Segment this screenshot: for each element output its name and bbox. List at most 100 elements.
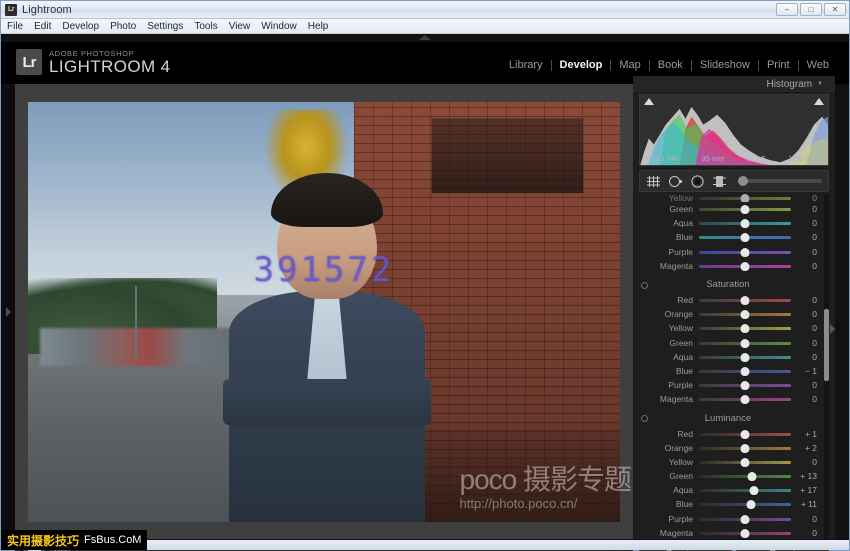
hsl-track-wrap[interactable] xyxy=(699,322,791,334)
minimize-button[interactable]: – xyxy=(776,3,798,16)
hsl-row-partial[interactable]: Yellow 0 xyxy=(633,194,823,202)
menu-develop[interactable]: Develop xyxy=(62,21,99,32)
module-slideshow[interactable]: Slideshow xyxy=(692,59,758,71)
sat-row-green[interactable]: Green 0 xyxy=(633,336,823,350)
top-panel-collapse-arrow-icon[interactable] xyxy=(419,35,431,40)
hsl-knob[interactable] xyxy=(741,205,750,214)
lum-row-green[interactable]: Green + 13 xyxy=(633,469,823,483)
hsl-row-blue[interactable]: Blue 0 xyxy=(633,230,823,244)
sat-row-aqua[interactable]: Aqua 0 xyxy=(633,350,823,364)
hsl-track-wrap[interactable] xyxy=(699,203,791,215)
graduated-filter-icon[interactable] xyxy=(712,175,727,188)
right-panel-collapse-arrow-icon[interactable] xyxy=(830,324,835,334)
hsl-track-wrap[interactable] xyxy=(699,294,791,306)
hsl-track-wrap[interactable] xyxy=(699,428,791,440)
hsl-track-wrap[interactable] xyxy=(699,456,791,468)
hsl-knob[interactable] xyxy=(748,472,757,481)
sat-row-blue[interactable]: Blue − 1 xyxy=(633,364,823,378)
hsl-track-wrap[interactable] xyxy=(699,231,791,243)
sat-row-purple[interactable]: Purple 0 xyxy=(633,378,823,392)
hsl-row-magenta[interactable]: Magenta 0 xyxy=(633,259,823,273)
hsl-track-wrap[interactable] xyxy=(699,513,791,525)
hsl-knob[interactable] xyxy=(741,529,750,538)
menu-window[interactable]: Window xyxy=(261,21,297,32)
hsl-track-wrap[interactable] xyxy=(699,337,791,349)
hsl-track-wrap[interactable] xyxy=(699,484,791,496)
sat-row-red[interactable]: Red 0 xyxy=(633,293,823,307)
left-panel-expand-arrow-icon[interactable] xyxy=(6,307,11,317)
hsl-track-wrap[interactable] xyxy=(699,260,791,272)
hsl-track-wrap[interactable] xyxy=(699,379,791,391)
hsl-knob[interactable] xyxy=(741,194,750,202)
maximize-button[interactable]: □ xyxy=(800,3,822,16)
lum-row-blue[interactable]: Blue + 11 xyxy=(633,497,823,511)
hsl-track-wrap[interactable] xyxy=(699,365,791,377)
menu-settings[interactable]: Settings xyxy=(147,21,183,32)
hsl-row-purple[interactable]: Purple 0 xyxy=(633,245,823,259)
lum-row-aqua[interactable]: Aqua + 17 xyxy=(633,483,823,497)
target-adjust-icon[interactable] xyxy=(641,415,648,422)
hsl-knob[interactable] xyxy=(741,395,750,404)
sat-row-orange[interactable]: Orange 0 xyxy=(633,307,823,321)
hsl-knob[interactable] xyxy=(741,233,750,242)
hsl-knob[interactable] xyxy=(741,444,750,453)
hsl-knob[interactable] xyxy=(741,515,750,524)
hsl-row-green[interactable]: Green 0 xyxy=(633,202,823,216)
hsl-knob[interactable] xyxy=(741,262,750,271)
highlight-clipping-icon[interactable] xyxy=(814,98,824,105)
hsl-row-aqua[interactable]: Aqua 0 xyxy=(633,216,823,230)
menu-help[interactable]: Help xyxy=(308,21,329,32)
hsl-track-wrap[interactable] xyxy=(699,470,791,482)
close-button[interactable]: ✕ xyxy=(824,3,846,16)
hsl-knob[interactable] xyxy=(750,486,759,495)
adjustment-brush-slider[interactable] xyxy=(738,179,822,183)
hsl-track-wrap[interactable] xyxy=(699,498,791,510)
menu-tools[interactable]: Tools xyxy=(194,21,217,32)
lum-row-yellow[interactable]: Yellow 0 xyxy=(633,455,823,469)
scrollbar-thumb[interactable] xyxy=(824,309,829,381)
left-panel-strip[interactable] xyxy=(1,84,15,539)
sat-row-yellow[interactable]: Yellow 0 xyxy=(633,321,823,335)
hsl-knob[interactable] xyxy=(741,324,750,333)
menu-edit[interactable]: Edit xyxy=(34,21,51,32)
hsl-track-wrap[interactable] xyxy=(699,246,791,258)
hsl-knob[interactable] xyxy=(741,248,750,257)
photo-preview[interactable]: 391572 xyxy=(28,102,620,522)
hsl-knob[interactable] xyxy=(747,500,756,509)
hsl-knob[interactable] xyxy=(741,381,750,390)
histogram-graph[interactable]: ISO 640 35 mm f / 2.5 1/50 sec xyxy=(639,94,829,166)
hsl-knob[interactable] xyxy=(741,430,750,439)
hsl-knob[interactable] xyxy=(741,296,750,305)
crop-overlay-icon[interactable] xyxy=(646,175,661,188)
hsl-track-wrap[interactable] xyxy=(699,308,791,320)
spot-removal-icon[interactable] xyxy=(668,175,683,188)
hsl-knob[interactable] xyxy=(741,339,750,348)
lum-row-orange[interactable]: Orange + 2 xyxy=(633,441,823,455)
hsl-knob[interactable] xyxy=(741,367,750,376)
sat-row-magenta[interactable]: Magenta 0 xyxy=(633,392,823,406)
hsl-knob[interactable] xyxy=(741,458,750,467)
chevron-down-icon[interactable]: ▼ xyxy=(817,81,823,87)
hsl-track-wrap[interactable] xyxy=(699,393,791,405)
hsl-knob[interactable] xyxy=(741,219,750,228)
hsl-knob[interactable] xyxy=(741,353,750,362)
right-panel-scrollbar[interactable] xyxy=(824,194,829,539)
lum-row-purple[interactable]: Purple 0 xyxy=(633,512,823,526)
histogram-header[interactable]: Histogram ▼ xyxy=(633,76,835,92)
lum-row-magenta[interactable]: Magenta 0 xyxy=(633,526,823,539)
target-adjust-icon[interactable] xyxy=(641,282,648,289)
hsl-track-wrap[interactable] xyxy=(699,527,791,539)
shadow-clipping-icon[interactable] xyxy=(644,98,654,105)
menu-view[interactable]: View xyxy=(229,21,251,32)
hsl-track-wrap[interactable] xyxy=(699,217,791,229)
image-canvas[interactable]: 391572 poco 摄影专题 http://photo.poco.cn/ xyxy=(15,84,633,539)
module-print[interactable]: Print xyxy=(759,59,798,71)
red-eye-icon[interactable] xyxy=(690,175,705,188)
module-web[interactable]: Web xyxy=(799,59,837,71)
module-develop[interactable]: Develop xyxy=(552,59,611,71)
hsl-knob[interactable] xyxy=(741,310,750,319)
lum-row-red[interactable]: Red + 1 xyxy=(633,426,823,440)
menu-file[interactable]: File xyxy=(7,21,23,32)
module-map[interactable]: Map xyxy=(611,59,648,71)
hsl-track-wrap[interactable] xyxy=(699,442,791,454)
